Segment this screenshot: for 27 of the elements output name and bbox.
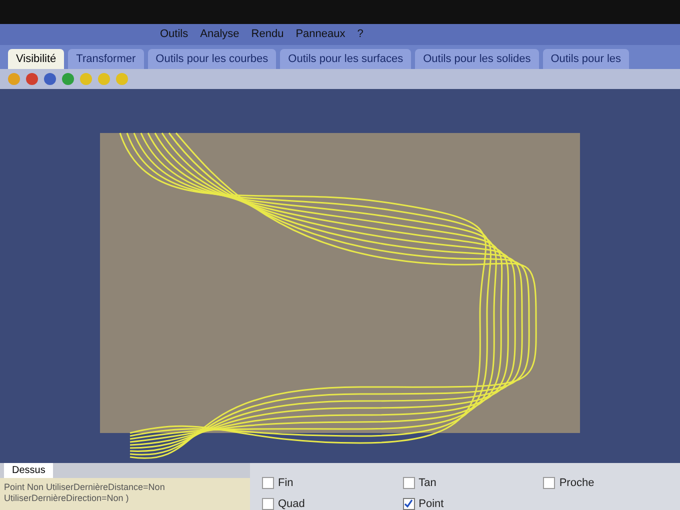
osnap-label: Proche — [559, 476, 594, 491]
command-history-line: Point Non UtiliserDernièreDistance=Non UtiliserDernièreDirection=Non ) — [3, 481, 166, 506]
osnap-label: Fin — [278, 476, 294, 491]
menu-item[interactable]: Panneaux — [296, 26, 346, 42]
ribbon-tab[interactable]: Visibilité — [8, 48, 64, 69]
menu-item[interactable]: Analyse — [200, 26, 240, 42]
osnap-label: Point — [418, 496, 444, 510]
viewport-tab[interactable]: Dessus — [4, 463, 54, 478]
osnap-checkbox[interactable] — [262, 477, 274, 490]
menu-item[interactable]: Rendu — [251, 26, 284, 42]
menu-item[interactable]: Outils — [160, 26, 188, 42]
toolbar-icon[interactable] — [62, 73, 74, 85]
ribbon-tab[interactable]: Outils pour les — [542, 48, 630, 69]
osnap-checkbox[interactable] — [402, 477, 415, 490]
ribbon-tab[interactable]: Outils pour les courbes — [148, 48, 276, 69]
osnap-checkbox[interactable] — [543, 477, 556, 490]
toolbar-icon[interactable] — [26, 73, 38, 85]
osnap-label: Quad — [278, 496, 305, 510]
menu-item[interactable]: ? — [357, 26, 364, 42]
osnap-label: Tan — [418, 476, 436, 491]
osnap-checkbox[interactable] — [262, 498, 274, 510]
ribbon-tab[interactable]: Outils pour les solides — [415, 48, 539, 69]
osnap-checkbox[interactable] — [402, 498, 415, 510]
check-icon — [404, 499, 414, 508]
toolbar-icon[interactable] — [44, 73, 56, 85]
ribbon-tab[interactable]: Outils pour les surfaces — [280, 48, 412, 69]
ribbon-tab[interactable]: Transformer — [68, 48, 144, 69]
